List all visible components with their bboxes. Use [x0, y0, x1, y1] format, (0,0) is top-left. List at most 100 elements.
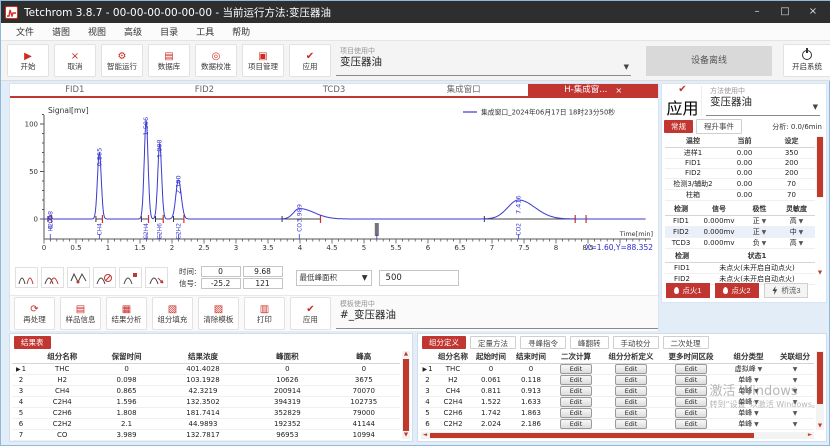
peak-mark-tool[interactable] [119, 267, 142, 288]
menu-item-directory[interactable]: 目录 [151, 25, 187, 38]
sample-info-button[interactable]: ▤ 样品信息 [60, 297, 101, 330]
component-type-dropdown[interactable]: 单峰 ▼ [721, 418, 776, 429]
calibration-button[interactable]: ◎ 数据校准 [195, 44, 237, 77]
template-combo[interactable]: 模板使用中 #_变压器油 [336, 299, 658, 329]
chevron-down-icon[interactable]: ▼ [797, 218, 804, 225]
component-row[interactable]: 4C2H41.5221.633EditEditEdit单峰 ▼▼ [420, 396, 814, 407]
analysis-definition-edit-button[interactable]: Edit [615, 364, 648, 374]
component-row[interactable]: 3CH40.8110.913EditEditEdit单峰 ▼▼ [420, 385, 814, 396]
related-component-dropdown[interactable]: ▼ [776, 418, 814, 429]
time-segments-edit-button[interactable]: Edit [675, 364, 708, 374]
time-to-field[interactable]: 9.68 [243, 266, 283, 277]
minimize-button[interactable]: – [743, 1, 771, 23]
maximize-button[interactable]: □ [771, 1, 799, 23]
related-component-dropdown[interactable]: ▼ [776, 363, 814, 374]
smart-run-button[interactable]: ⚙ 智能运行 [101, 44, 143, 77]
chevron-down-icon[interactable]: ▼ [756, 366, 763, 373]
time-segments-edit-button[interactable]: Edit [675, 397, 708, 407]
reprocess-button[interactable]: ⟳ 再处理 [14, 297, 55, 330]
related-component-dropdown[interactable]: ▼ [776, 374, 814, 385]
results-tab[interactable]: 结果表 [14, 336, 51, 349]
time-from-field[interactable]: 0 [201, 266, 241, 277]
chevron-down-icon[interactable]: ▼ [752, 410, 759, 417]
component-row[interactable]: 5C2H61.7421.863EditEditEdit单峰 ▼▼ [420, 407, 814, 418]
peak-split-tool[interactable] [15, 267, 38, 288]
component-row[interactable]: 6C2H22.0242.186EditEditEdit单峰 ▼▼ [420, 418, 814, 429]
chevron-down-icon[interactable]: ▼ [797, 240, 804, 247]
temp-table-scrollbar[interactable] [816, 136, 824, 198]
tab-peak-search[interactable]: 寻峰指令 [520, 336, 566, 349]
tab-general[interactable]: 常规 [664, 120, 693, 133]
chevron-down-icon[interactable]: ▼ [752, 421, 759, 428]
print-button[interactable]: ▥ 打印 [244, 297, 285, 330]
apply-template-button[interactable]: ✔ 应用 [290, 297, 331, 330]
tab-manual-calibration[interactable]: 手动校分 [613, 336, 659, 349]
component-hscrollbar[interactable]: ◄ ► [421, 432, 814, 439]
project-management-button[interactable]: ▣ 项目管理 [242, 44, 284, 77]
chevron-down-icon[interactable]: ▼ [793, 399, 798, 406]
tab-quantitation-method[interactable]: 定量方法 [470, 336, 516, 349]
chevron-down-icon[interactable]: ▼ [793, 388, 798, 395]
result-row[interactable]: 6C2H22.144.989319235241144 [12, 418, 400, 429]
component-type-dropdown[interactable]: 单峰 ▼ [721, 407, 776, 418]
chevron-down-icon[interactable]: ▼ [760, 218, 767, 225]
time-segments-edit-button[interactable]: Edit [675, 375, 708, 385]
signal-from-field[interactable]: -25.2 [201, 278, 241, 289]
bridge-current-button[interactable]: 桥流3 [764, 283, 808, 298]
menu-item-spectrum[interactable]: 谱图 [43, 25, 79, 38]
result-row[interactable]: 7CO3.989132.78179695310994 [12, 429, 400, 440]
menu-item-advanced[interactable]: 高级 [115, 25, 151, 38]
result-analysis-button[interactable]: ▦ 结果分析 [106, 297, 147, 330]
secondary-calc-edit-button[interactable]: Edit [560, 364, 593, 374]
chevron-down-icon[interactable]: ▼ [752, 399, 759, 406]
tab-integration-window[interactable]: 集成窗口 [399, 84, 529, 96]
result-row[interactable]: 5C2H61.808181.741435282979000 [12, 407, 400, 418]
tab-close-icon[interactable]: × [615, 84, 622, 96]
apply-method-button[interactable]: ✔ 应用 [664, 86, 702, 116]
project-combo[interactable]: 项目使用中 变压器油 ▼ [336, 46, 631, 76]
related-component-dropdown[interactable]: ▼ [776, 407, 814, 418]
tab-peak-invert[interactable]: 峰翻转 [570, 336, 609, 349]
secondary-calc-edit-button[interactable]: Edit [560, 375, 593, 385]
tab-tcd3[interactable]: TCD3 [269, 84, 399, 96]
ignite2-button[interactable]: 点火2 [715, 283, 759, 298]
close-button[interactable]: × [799, 1, 827, 23]
tab-h-integration-window[interactable]: H-集成窗... × [528, 84, 658, 96]
power-on-button[interactable]: 开启系统 [783, 44, 830, 77]
chevron-down-icon[interactable]: ▼ [793, 421, 798, 428]
secondary-calc-edit-button[interactable]: Edit [560, 386, 593, 396]
related-component-dropdown[interactable]: ▼ [776, 396, 814, 407]
cancel-button[interactable]: × 取消 [54, 44, 96, 77]
analysis-definition-edit-button[interactable]: Edit [615, 408, 648, 418]
chevron-down-icon[interactable]: ▼ [793, 410, 798, 417]
component-row[interactable]: ▶1THC00EditEditEdit虚拟峰 ▼▼ [420, 363, 814, 374]
device-offline-button[interactable]: 设备离线 [646, 46, 772, 76]
component-type-dropdown[interactable]: 虚拟峰 ▼ [721, 363, 776, 374]
ignite1-button[interactable]: 点火1 [666, 283, 710, 298]
analysis-definition-edit-button[interactable]: Edit [615, 419, 648, 429]
chevron-down-icon[interactable]: ▼ [793, 377, 798, 384]
signal-to-field[interactable]: 121 [243, 278, 283, 289]
peak-merge-tool[interactable] [41, 267, 64, 288]
component-row[interactable]: 2H20.0610.118EditEditEdit单峰 ▼▼ [420, 374, 814, 385]
time-segments-edit-button[interactable]: Edit [675, 408, 708, 418]
analysis-definition-edit-button[interactable]: Edit [615, 375, 648, 385]
chevron-down-icon[interactable]: ▼ [760, 240, 767, 247]
results-vscrollbar[interactable]: ▲ ▼ [402, 351, 410, 439]
result-row[interactable]: ▶1THC0401.402800 [12, 363, 400, 374]
chevron-down-icon[interactable]: ▼ [752, 377, 759, 384]
secondary-calc-edit-button[interactable]: Edit [560, 419, 593, 429]
tab-fid1[interactable]: FID1 [10, 84, 140, 96]
component-type-dropdown[interactable]: 单峰 ▼ [721, 374, 776, 385]
apply-project-button[interactable]: ✔ 应用 [289, 44, 331, 77]
clear-template-button[interactable]: ▨ 清除模板 [198, 297, 239, 330]
peak-skim-tool[interactable] [145, 267, 168, 288]
time-segments-edit-button[interactable]: Edit [675, 419, 708, 429]
database-button[interactable]: ▤ 数据库 [148, 44, 190, 77]
analysis-definition-edit-button[interactable]: Edit [615, 386, 648, 396]
tab-secondary-processing[interactable]: 二次处理 [663, 336, 709, 349]
related-component-dropdown[interactable]: ▼ [776, 385, 814, 396]
result-row[interactable]: 2H20.098103.1928106263675 [12, 374, 400, 385]
component-vscrollbar[interactable]: ▼ [816, 351, 824, 430]
start-button[interactable]: ▶ 开始 [7, 44, 49, 77]
